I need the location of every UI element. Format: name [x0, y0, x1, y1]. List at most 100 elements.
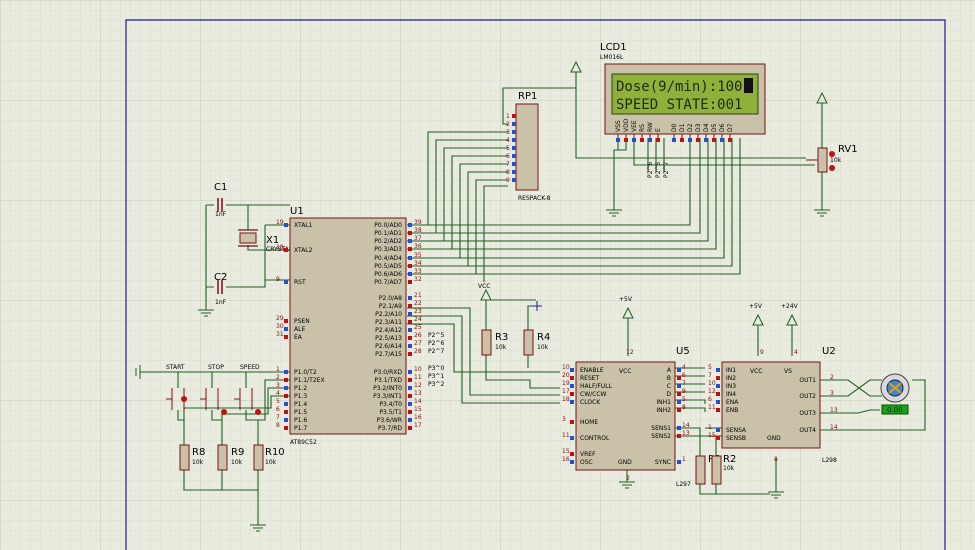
rp1-pin-dot [512, 146, 516, 150]
u5-pin-dot [677, 460, 681, 464]
lcd-pin-d1: D1 [679, 123, 686, 132]
u1-pin-p3-7-rd: P3.7/RD [378, 425, 402, 432]
u1-pin-dot [408, 410, 412, 414]
rp1-pin-dot [512, 138, 516, 142]
rp1-pin-1: 1 [506, 113, 510, 120]
u1-pin-dot [408, 328, 412, 332]
u1-pin-dot [408, 418, 412, 422]
u1-pin-xtal1: XTAL1 [294, 222, 313, 229]
motor-readout: 0.00 [887, 406, 903, 414]
u2-motor-driver[interactable]: U2 L298 GND 8 IN15IN27IN310IN412ENA6ENB1… [708, 346, 838, 464]
u1-pin-num: 33 [414, 268, 422, 275]
u1-pin-p1-1-t2ex: P1.1/T2EX [294, 377, 325, 384]
schematic-canvas[interactable]: Dose(9/min):100 SPEED STATE:001 LCD1 LM0… [0, 0, 975, 550]
rp1-pin-3: 3 [506, 129, 510, 136]
u1-pin-ea: EA [294, 334, 303, 341]
u1-pin-dot [408, 239, 412, 243]
lcd-pin-dot [648, 138, 652, 142]
lcd-line-2: SPEED STATE:001 [616, 97, 742, 113]
u1-pin-num: 36 [414, 243, 422, 250]
u5-pin-osc: OSC [580, 459, 593, 466]
u1-pin-num: 35 [414, 252, 422, 259]
lcd-pin-d6: D6 [719, 123, 726, 132]
u2-pin-dot [716, 436, 720, 440]
u5-stepper-controller[interactable]: U5 L297 VCC 12 GND 2 ENABLE 10 RESET 20 HALF… [562, 346, 691, 488]
u1-pin-num: 24 [414, 316, 422, 323]
u1-pin-dot [408, 272, 412, 276]
u1-model: AT89C52 [290, 439, 317, 446]
u2-pin-num: 7 [708, 372, 712, 379]
u2-pin-num: 3 [830, 390, 834, 397]
u5-gnd-label: GND [618, 459, 632, 466]
u5-pin-dot [677, 384, 681, 388]
u5-pin-dot [570, 400, 574, 404]
u2-ref: U2 [822, 346, 836, 357]
u1-pin-p2-3-a11: P2.3/A11 [375, 319, 402, 326]
u1-pin-num: 6 [276, 406, 280, 413]
u1-pin-num: 11 [414, 374, 422, 381]
u1-pin-dot [284, 418, 288, 422]
u1-pin-p2-4-a12: P2.4/A12 [375, 327, 402, 334]
r10-value: 10k [265, 459, 277, 466]
rp1-pin-dot [512, 114, 516, 118]
u5-pin-num: 4 [682, 364, 686, 371]
u5-pin-num: 5 [682, 396, 686, 403]
u2-pin-num: 11 [708, 404, 716, 411]
u1-pin-p3-4-t0: P3.4/T0 [379, 401, 402, 408]
r8-ref: R8 [192, 447, 205, 458]
u1-pin-p2-0-a8: P2.0/A8 [379, 295, 402, 302]
lcd-pin-dot [720, 138, 724, 142]
u1-pin-dot [408, 264, 412, 268]
lcd-pin-vdd: VDD [623, 118, 630, 132]
u2-pin-dot [716, 392, 720, 396]
u5-pin-dot [677, 434, 681, 438]
u5-pin-enable: ENABLE [580, 367, 604, 374]
u1-pin-num: 32 [414, 276, 422, 283]
u1-pin-num: 26 [414, 332, 422, 339]
u5-ref: U5 [676, 346, 690, 357]
u1-pin-dot [408, 402, 412, 406]
u2-pin-ena: ENA [726, 399, 739, 406]
u1-pin-p3-6-wr: P3.6/WR [377, 417, 402, 424]
u1-pin-num: 9 [276, 276, 280, 283]
u5-pin-dot [570, 368, 574, 372]
u1-pin-dot [284, 248, 288, 252]
rp1-pin-4: 4 [506, 137, 510, 144]
u1-pin-dot [408, 231, 412, 235]
net-tag-p2-7: P2^7 [428, 348, 444, 355]
u1-pin-dot [284, 327, 288, 331]
u1-pin-num: 34 [414, 260, 422, 267]
u1-pin-dot [408, 312, 412, 316]
u1-pin-num: 17 [414, 422, 422, 429]
u1-pin-dot [408, 336, 412, 340]
u1-pin-num: 23 [414, 308, 422, 315]
u2-pin-sensb: SENSB [726, 435, 746, 442]
c1-ref: C1 [214, 182, 227, 193]
u5-pin-c: C [667, 383, 671, 390]
u5-pin-dot [677, 400, 681, 404]
r3-value: 10k [495, 344, 507, 351]
u1-pin-p0-2-ad2: P0.2/AD2 [374, 238, 402, 245]
stepper-motor[interactable]: 0.00 [880, 373, 910, 415]
c1-value: 1nF [215, 211, 227, 218]
u1-microcontroller[interactable]: U1 AT89C52 XTAL119XTAL218RST9PSEN29ALE30… [276, 206, 422, 446]
u1-pin-p0-0-ad0: P0.0/AD0 [374, 222, 402, 229]
rp1-model: RESPACK-8 [518, 195, 551, 202]
u2-pin-enb: ENB [726, 407, 738, 414]
u1-pin-num: 31 [276, 331, 284, 338]
rv1-adjust-down[interactable] [829, 165, 835, 171]
u1-pin-dot [408, 426, 412, 430]
lcd-pin-dot [656, 138, 660, 142]
u5-pin-b: B [667, 375, 671, 382]
u1-pin-p3-2-int0: P3.2/INT0 [373, 385, 402, 392]
u5-pin-cw-ccw: CW/CCW [580, 391, 607, 398]
u1-pin-dot [408, 280, 412, 284]
u2-pin-out2: OUT2 [799, 393, 816, 400]
u5-gnd-num: 2 [626, 475, 630, 482]
u5-pin-num: 20 [562, 372, 570, 379]
rp1-ref: RP1 [518, 91, 537, 102]
lcd-pin-dot [680, 138, 684, 142]
lcd-pin-d5: D5 [711, 123, 718, 132]
rv1-value: 10k [830, 157, 842, 164]
lcd-line-1: Dose(9/min):100 [616, 79, 742, 95]
